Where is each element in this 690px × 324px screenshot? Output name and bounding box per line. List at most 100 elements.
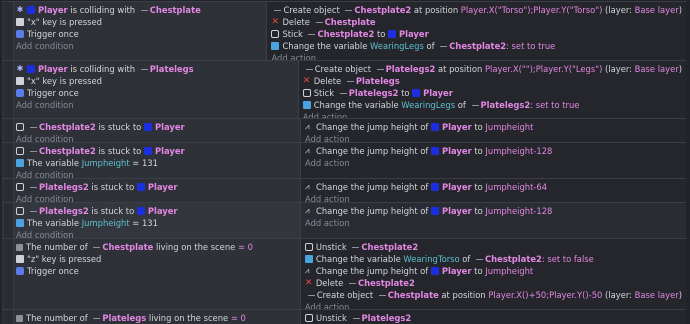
expression: = 0 [237, 242, 253, 252]
action[interactable]: Stick Platelegs2 to Player [302, 87, 682, 99]
drag-handle[interactable] [4, 239, 14, 310]
drag-handle[interactable] [4, 119, 14, 143]
condition[interactable]: Platelegs2 is stuck to Player [16, 181, 296, 193]
condition[interactable]: The variable Jumpheight = 131 [16, 157, 296, 169]
action[interactable]: Change the variable WearingLegs of Plate… [302, 99, 682, 111]
condition[interactable]: Platelegs2 is stuck to Player [16, 205, 296, 217]
event-row[interactable]: Chestplate2 is stuck to Player The variab… [2, 142, 686, 180]
action[interactable]: ✕ Delete Platelegs [303, 75, 682, 87]
instruction-text: is colliding with [67, 64, 138, 74]
platelegs-object-icon [93, 317, 101, 319]
drag-handle[interactable] [4, 310, 14, 324]
object-name: Platelegs2 [480, 100, 531, 110]
platelegs2-object-icon [376, 68, 384, 70]
condition[interactable]: The number of Chestplate living on the s… [16, 241, 296, 253]
instruction-text: Create object [283, 5, 343, 15]
object-name: Chestplate2 [39, 146, 96, 156]
conditions-panel[interactable]: Chestplate2 is stuck to Player Add condit… [2, 119, 301, 144]
jump-height-icon: ⩘ [304, 266, 310, 275]
expression: Player.X("Torso");Player.Y("Torso") [460, 5, 603, 15]
object-name: Chestplate [102, 242, 154, 252]
condition[interactable]: "x" key is pressed [16, 16, 262, 28]
add-action-button[interactable]: Add action [305, 157, 682, 169]
condition[interactable]: Trigger once [16, 265, 296, 277]
actions-panel[interactable]: Create object Platelegs2 at position Pla… [298, 61, 686, 122]
event-row[interactable]: The number of Platelegs living on the sc… [2, 309, 686, 324]
conditions-panel[interactable]: Platelegs2 is stuck to Player The variabl… [2, 203, 301, 240]
action[interactable]: Change the variable WearingTorso of Ches… [304, 253, 682, 265]
instruction-text: (layer: [602, 5, 635, 15]
event-row[interactable]: Platelegs2 is stuck to Player The variabl… [2, 202, 686, 240]
event-row[interactable]: Chestplate2 is stuck to Player Add condit… [2, 118, 686, 144]
event-row[interactable]: The number of Chestplate living on the s… [2, 238, 686, 312]
actions-panel[interactable]: Create object Chestplate2 at position Pl… [267, 2, 686, 63]
condition[interactable]: The variable Jumpheight = 131 [16, 217, 296, 229]
action[interactable]: Unstick Chestplate2 [304, 241, 682, 253]
event-row[interactable]: ✱ Player is colliding with Chestplate "x" … [2, 1, 686, 63]
drag-handle[interactable] [4, 143, 14, 179]
chestplate-object-icon [93, 246, 101, 248]
expression: Base layer [634, 64, 679, 74]
condition[interactable]: "x" key is pressed [16, 75, 294, 87]
conditions-panel[interactable]: The number of Chestplate living on the s… [2, 239, 301, 310]
object-name: Platelegs [149, 64, 194, 74]
action[interactable]: Create object Chestplate at position Pla… [305, 289, 682, 301]
actions-panel[interactable]: ⩘ Change the jump height of Player to Jum… [301, 119, 686, 144]
event-row[interactable]: ✱ Player is colliding with Platelegs "x" k… [2, 60, 686, 122]
drag-handle[interactable] [4, 203, 14, 239]
drag-handle[interactable] [4, 179, 14, 203]
conditions-panel[interactable]: ✱ Player is colliding with Chestplate "x" … [2, 2, 268, 61]
action[interactable]: Create object Platelegs2 at position Pla… [303, 63, 682, 75]
event-row[interactable]: Platelegs2 is stuck to Player Add conditi… [2, 178, 686, 204]
actions-panel[interactable]: Unstick Chestplate2 Change the variable W… [300, 239, 686, 312]
condition[interactable]: "z" key is pressed [16, 253, 296, 265]
instruction-text: = 131 [129, 158, 158, 168]
action[interactable]: ⩘ Change the jump height of Player to Jum… [305, 181, 682, 193]
is-stuck-icon [16, 207, 24, 215]
delete-icon: ✕ [304, 278, 313, 288]
condition[interactable]: Chestplate2 is stuck to Player [16, 145, 296, 157]
instruction-text: Change the jump height of [316, 122, 431, 132]
chestplate2-object-icon [30, 150, 37, 152]
drag-handle[interactable] [4, 61, 14, 119]
instruction-text: ) [678, 5, 682, 15]
action[interactable]: ⩘ Change the jump height of Player to Jum… [305, 265, 682, 277]
expression: Jumpheight-64 [485, 182, 548, 192]
instruction-text: "x" key is pressed [27, 76, 102, 86]
object-name: Chestplate2 [361, 242, 419, 252]
platelegs2-object-icon [30, 186, 37, 188]
actions-panel[interactable]: Unstick Platelegs2 [301, 310, 686, 324]
instruction-text: to [374, 29, 389, 39]
actions-panel[interactable]: ⩘ Change the jump height of Player to Jum… [301, 179, 686, 204]
action[interactable]: ⩘ Change the jump height of Player to Jum… [305, 145, 682, 157]
action[interactable]: ⩘ Change the jump height of Player to Jum… [305, 121, 682, 133]
condition[interactable]: Trigger once [16, 28, 262, 40]
conditions-panel[interactable]: Chestplate2 is stuck to Player The variab… [2, 143, 301, 180]
action[interactable]: Change the variable WearingLegs of Chest… [271, 40, 682, 52]
action[interactable]: Stick Chestplate2 to Player [271, 28, 682, 40]
action[interactable]: ✕ Delete Chestplate2 [305, 277, 682, 289]
condition[interactable]: ✱ Player is colliding with Chestplate [16, 4, 262, 16]
action[interactable]: ⩘ Change the jump height of Player to Jum… [305, 205, 682, 217]
condition[interactable]: Chestplate2 is stuck to Player [16, 121, 296, 133]
instruction-text: Change the jump height of [316, 206, 431, 216]
action[interactable]: Create object Chestplate2 at position Pl… [271, 4, 682, 16]
condition[interactable]: The number of Platelegs living on the sc… [16, 312, 296, 324]
instruction-text: living on the scene [146, 313, 231, 323]
delete-icon: ✕ [302, 76, 311, 86]
drag-handle[interactable] [4, 2, 14, 61]
conditions-panel[interactable]: ✱ Player is colliding with Platelegs "x" k… [2, 61, 299, 119]
conditions-panel[interactable]: Platelegs2 is stuck to Player Add conditi… [2, 179, 301, 204]
add-action-button[interactable]: Add action [305, 217, 682, 229]
action[interactable]: ✕ Delete Chestplate [271, 16, 682, 28]
condition[interactable]: Trigger once [16, 87, 294, 99]
actions-panel[interactable]: ⩘ Change the jump height of Player to Jum… [301, 203, 686, 239]
expression: Base layer [634, 5, 679, 15]
conditions-panel[interactable]: The number of Platelegs living on the sc… [2, 310, 301, 324]
condition[interactable]: ✱ Player is colliding with Platelegs [16, 63, 294, 75]
actions-panel[interactable]: ⩘ Change the jump height of Player to Jum… [301, 143, 686, 179]
action[interactable]: Unstick Platelegs2 [305, 312, 682, 324]
is-stuck-icon [16, 147, 24, 155]
add-condition-button[interactable]: Add condition [16, 99, 294, 111]
add-condition-button[interactable]: Add condition [16, 40, 262, 52]
